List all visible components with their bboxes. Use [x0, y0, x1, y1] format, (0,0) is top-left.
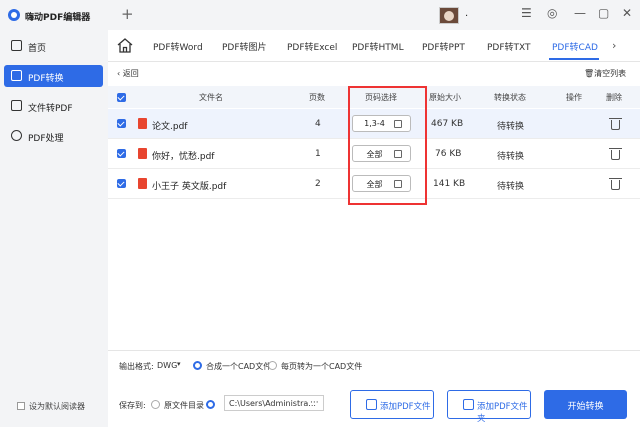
settings-icon: [11, 130, 22, 141]
delete-row-icon[interactable]: [609, 118, 622, 130]
header-action: 操作: [566, 93, 582, 102]
file-name: 论文.pdf: [152, 122, 188, 132]
pin-icon[interactable]: ◎: [547, 6, 557, 20]
tab-pdf-to-image[interactable]: PDF转图片: [222, 40, 267, 53]
trash-icon: 🗑: [584, 69, 595, 78]
convert-status: 待转换: [497, 182, 525, 192]
sidebar-item-label: PDF转换: [28, 74, 64, 84]
radio-merge-cad[interactable]: [193, 361, 202, 370]
browse-dots-icon[interactable]: ···: [310, 398, 319, 408]
header-filename: 文件名: [199, 93, 223, 102]
app-title: 嗨动PDF编辑器: [25, 13, 91, 23]
select-all-checkbox[interactable]: [117, 93, 126, 102]
convert-status: 待转换: [497, 152, 525, 162]
add-pdf-folder-button[interactable]: 添加PDF文件夹: [447, 390, 531, 424]
output-format-value: DWG: [157, 361, 178, 370]
chevron-down-icon: ▾: [177, 360, 181, 368]
tab-pdf-to-word[interactable]: PDF转Word: [153, 40, 203, 53]
add-pdf-file-label: 添加PDF文件: [380, 402, 431, 412]
maximize-icon[interactable]: ▢: [598, 6, 609, 20]
chevron-right-icon[interactable]: ›: [612, 39, 616, 52]
header-status: 转换状态: [494, 93, 526, 102]
add-pdf-folder-label: 添加PDF文件夹: [477, 402, 528, 424]
row-checkbox[interactable]: [117, 179, 126, 188]
back-button[interactable]: ‹ 返回: [117, 68, 139, 79]
tab-pdf-to-html[interactable]: PDF转HTML: [352, 40, 404, 53]
back-label: 返回: [122, 69, 139, 78]
file-size: 467 KB: [431, 119, 464, 129]
radio-each-label: 每页转为一个CAD文件: [281, 362, 363, 371]
menu-icon[interactable]: ☰: [521, 6, 532, 20]
tab-pdf-to-txt[interactable]: PDF转TXT: [487, 40, 531, 53]
sidebar-item-label: PDF处理: [28, 134, 64, 144]
document-icon: [11, 70, 22, 81]
convert-status: 待转换: [497, 122, 525, 132]
sidebar-item-label: 文件转PDF: [28, 104, 73, 114]
sidebar-item-home[interactable]: 首页: [4, 35, 103, 57]
image-file-icon: [11, 100, 22, 111]
delete-row-icon[interactable]: [609, 148, 622, 160]
minimize-icon[interactable]: —: [574, 6, 586, 20]
file-size: 141 KB: [433, 179, 466, 189]
header-pages: 页数: [309, 93, 325, 102]
avatar[interactable]: [439, 7, 459, 24]
divider: [108, 350, 640, 351]
folder-icon: [463, 399, 474, 410]
close-icon[interactable]: ✕: [622, 6, 632, 20]
user-name: .: [465, 8, 469, 19]
radio-merge-label: 合成一个CAD文件: [206, 362, 272, 371]
page-count: 2: [315, 179, 321, 189]
sidebar-item-file-to-pdf[interactable]: 文件转PDF: [4, 95, 103, 117]
highlight-box: [348, 86, 427, 205]
tab-pdf-to-cad[interactable]: PDF转CAD: [552, 40, 598, 53]
file-name: 你好，忧愁.pdf: [152, 152, 215, 162]
add-pdf-file-button[interactable]: 添加PDF文件: [350, 390, 434, 419]
pdf-file-icon: [138, 178, 147, 189]
page-count: 4: [315, 119, 321, 129]
sidebar-item-label: 首页: [28, 44, 47, 54]
start-convert-button[interactable]: 开始转换: [544, 390, 627, 419]
radio-original-dir-label: 原文件目录: [164, 401, 204, 410]
add-file-icon: [366, 399, 377, 410]
row-checkbox[interactable]: [117, 119, 126, 128]
default-reader-checkbox[interactable]: [17, 402, 25, 410]
new-tab-icon[interactable]: +: [121, 5, 134, 23]
tab-pdf-to-excel[interactable]: PDF转Excel: [287, 40, 337, 53]
pdf-file-icon: [138, 148, 147, 159]
pdf-file-icon: [138, 118, 147, 129]
app-logo-icon: [8, 9, 20, 21]
sidebar-item-pdf-convert[interactable]: PDF转换: [4, 65, 103, 87]
row-checkbox[interactable]: [117, 149, 126, 158]
header-delete: 删除: [606, 93, 622, 102]
file-size: 76 KB: [435, 149, 462, 159]
home-icon[interactable]: [117, 38, 133, 53]
active-tab-indicator: [549, 58, 599, 60]
file-name: 小王子 英文版.pdf: [152, 182, 227, 192]
clear-list-button[interactable]: 🗑清空列表: [584, 68, 626, 79]
page-count: 1: [315, 149, 321, 159]
output-format-label: 输出格式:: [119, 362, 154, 371]
monitor-icon: [11, 40, 22, 51]
tab-pdf-to-ppt[interactable]: PDF转PPT: [422, 40, 465, 53]
radio-custom-dir[interactable]: [206, 400, 215, 409]
sidebar: [0, 30, 108, 427]
default-reader-label: 设为默认阅读器: [29, 402, 85, 411]
title-bar: [0, 0, 640, 30]
output-format-select[interactable]: DWG ▾: [157, 359, 185, 373]
delete-row-icon[interactable]: [609, 178, 622, 190]
save-to-label: 保存到:: [119, 401, 146, 410]
radio-original-dir[interactable]: [151, 400, 160, 409]
header-size: 原始大小: [429, 93, 461, 102]
save-path-input[interactable]: C:\Users\Administra...: [224, 395, 324, 411]
radio-each-page-cad[interactable]: [268, 361, 277, 370]
clear-list-label: 清空列表: [594, 69, 627, 78]
sidebar-item-pdf-process[interactable]: PDF处理: [4, 125, 103, 147]
